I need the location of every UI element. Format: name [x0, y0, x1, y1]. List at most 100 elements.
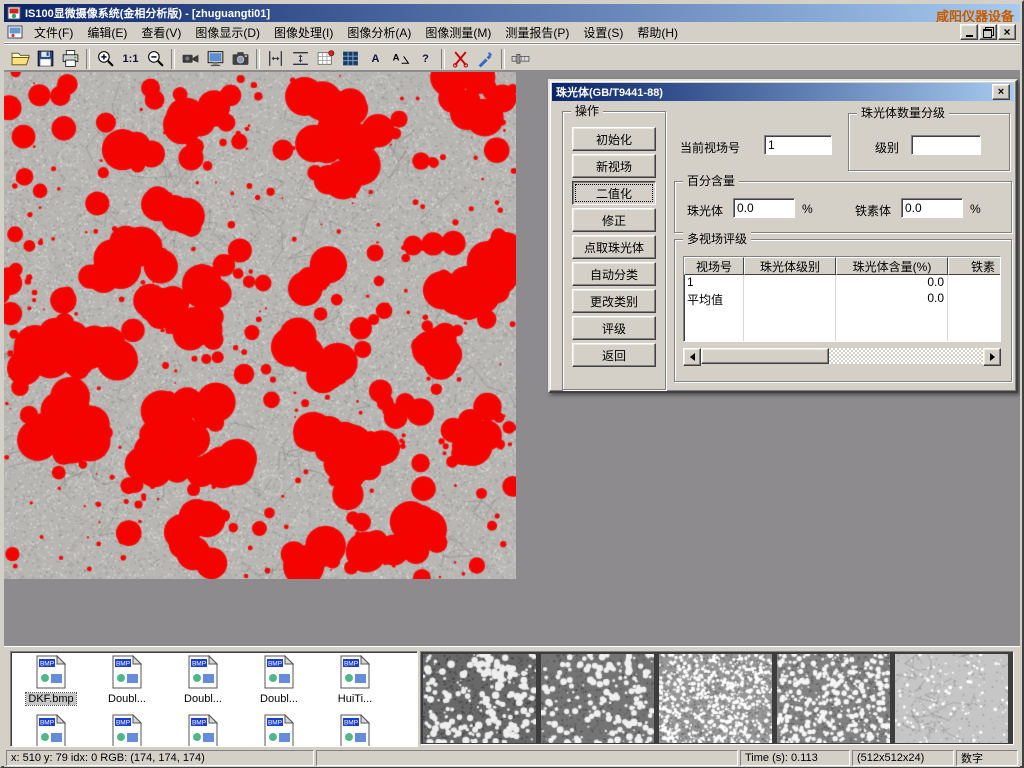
operation-button[interactable]: 返回	[572, 343, 656, 367]
close-button[interactable]: ×	[998, 24, 1016, 40]
menu-item[interactable]: 测量报告(P)	[498, 22, 576, 43]
menu-item[interactable]: 帮助(H)	[630, 22, 685, 43]
camera-icon	[231, 49, 250, 68]
multi-field-group: 多视场评级 视场号珠光体级别珠光体含量(%)铁素 10.0平均值0.0	[674, 239, 1012, 382]
menu-item[interactable]: 编辑(E)	[80, 22, 134, 43]
thumbnail-image[interactable]	[777, 654, 890, 743]
print-button[interactable]	[58, 47, 83, 71]
rating-table[interactable]: 视场号珠光体级别珠光体含量(%)铁素 10.0平均值0.0	[683, 256, 1001, 342]
file-item[interactable]: BMPHuiTi...	[317, 655, 393, 705]
svg-text:BMP: BMP	[40, 661, 54, 668]
picker-icon	[476, 49, 495, 68]
minimize-button[interactable]	[960, 24, 978, 40]
file-item[interactable]: BMP	[165, 714, 241, 747]
operation-button[interactable]: 修正	[572, 208, 656, 232]
capture-button[interactable]	[228, 47, 253, 71]
svg-text:BMP: BMP	[116, 661, 130, 668]
thumbnail-image[interactable]	[423, 654, 536, 743]
file-item[interactable]: BMP	[89, 714, 165, 747]
file-item[interactable]: BMP	[13, 714, 89, 747]
grade-level-input[interactable]	[911, 135, 981, 155]
toolbar-separator	[501, 49, 505, 69]
live-preview-button[interactable]	[203, 47, 228, 71]
title-bar[interactable]: IS100显微摄像系统(金相分析版) - [zhuguangti01] 咸阳仪器…	[4, 4, 1020, 22]
document-icon	[7, 25, 23, 39]
operation-button[interactable]: 二值化	[572, 181, 656, 205]
menu-item[interactable]: 图像显示(D)	[188, 22, 267, 43]
vendor-watermark: 咸阳仪器设备	[936, 6, 1014, 22]
annotate-text-button[interactable]: A	[363, 47, 388, 71]
micrograph-image[interactable]	[4, 72, 516, 579]
zoom-in-button[interactable]	[93, 47, 118, 71]
zoom-out-button[interactable]	[143, 47, 168, 71]
scrollbar-track[interactable]	[701, 348, 983, 364]
thumbnail-image[interactable]	[895, 654, 1008, 743]
file-item[interactable]: BMP	[317, 714, 393, 747]
measure-horizontal-button[interactable]	[288, 47, 313, 71]
file-name: DKF.bmp	[26, 693, 75, 705]
table-cell	[948, 291, 1001, 307]
operation-button[interactable]: 新视场	[572, 154, 656, 178]
cursor-position-status: x: 510 y: 79 idx: 0 RGB: (174, 174, 174)	[6, 750, 314, 766]
menu-item[interactable]: 图像分析(A)	[340, 22, 418, 43]
toolbar-separator	[171, 49, 175, 69]
help-icon: ?	[422, 53, 429, 65]
caliper-button[interactable]	[508, 47, 533, 71]
table-cell: 0.0	[836, 291, 948, 307]
table-row[interactable]: 10.0	[684, 275, 1000, 291]
ferrite-percent-input[interactable]	[901, 198, 963, 218]
menu-item[interactable]: 文件(F)	[27, 22, 80, 43]
scroll-left-button[interactable]	[683, 348, 701, 366]
scrollbar-thumb[interactable]	[701, 348, 829, 364]
current-field-input[interactable]	[764, 135, 832, 155]
file-browser[interactable]: BMPDKF.bmpBMPDoubl...BMPDoubl...BMPDoubl…	[10, 651, 418, 747]
table-column-header[interactable]: 铁素	[948, 257, 1001, 275]
help-button[interactable]: ?	[413, 47, 438, 71]
pearlite-dialog: 珠光体(GB/T9441-88) × 操作 初始化新视场二值化修正点取珠光体自动…	[548, 79, 1018, 393]
table-horizontal-scrollbar[interactable]	[683, 348, 1001, 364]
operation-button[interactable]: 评级	[572, 316, 656, 340]
grid-measure-button[interactable]	[313, 47, 338, 71]
annotate-angle-button[interactable]: A	[388, 47, 413, 71]
file-item[interactable]: BMP DKF.bmp	[13, 655, 89, 705]
save-button[interactable]	[33, 47, 58, 71]
file-item[interactable]: BMPDoubl...	[165, 655, 241, 705]
menu-item[interactable]: 设置(S)	[576, 22, 630, 43]
dialog-title-bar[interactable]: 珠光体(GB/T9441-88) ×	[552, 83, 1014, 101]
bmp-file-icon: BMP	[264, 714, 294, 747]
operation-button[interactable]: 初始化	[572, 127, 656, 151]
table-column-header[interactable]: 视场号	[684, 257, 744, 275]
menu-bar: 文件(F)编辑(E)查看(V)图像显示(D)图像处理(I)图像分析(A)图像测量…	[4, 22, 1020, 43]
cut-button[interactable]	[448, 47, 473, 71]
grid-dark-button[interactable]	[338, 47, 363, 71]
menu-item[interactable]: 查看(V)	[134, 22, 188, 43]
operation-button[interactable]: 自动分类	[572, 262, 656, 286]
file-item[interactable]: BMP	[241, 714, 317, 747]
operation-button[interactable]: 点取珠光体	[572, 235, 656, 259]
file-item[interactable]: BMPDoubl...	[89, 655, 165, 705]
grid-pin-icon	[316, 49, 335, 68]
mdi-window-buttons: ×	[960, 24, 1018, 40]
thumbnail-image[interactable]	[541, 654, 654, 743]
pearlite-percent-input[interactable]	[733, 198, 795, 218]
measure-h-icon	[291, 49, 310, 68]
open-button[interactable]	[8, 47, 33, 71]
file-item[interactable]: BMPDoubl...	[241, 655, 317, 705]
mode-status: 数字	[956, 750, 1018, 766]
table-column-header[interactable]: 珠光体级别	[744, 257, 836, 275]
operation-button[interactable]: 更改类别	[572, 289, 656, 313]
color-picker-button[interactable]	[473, 47, 498, 71]
menu-item[interactable]: 图像测量(M)	[418, 22, 498, 43]
dialog-close-button[interactable]: ×	[992, 84, 1010, 100]
window-title: IS100显微摄像系统(金相分析版) - [zhuguangti01]	[25, 5, 270, 21]
measure-vertical-button[interactable]	[263, 47, 288, 71]
video-camera-button[interactable]	[178, 47, 203, 71]
menu-item[interactable]: 图像处理(I)	[267, 22, 340, 43]
restore-button[interactable]	[979, 24, 997, 40]
table-row[interactable]: 平均值0.0	[684, 291, 1000, 307]
thumbnail-image[interactable]	[659, 654, 772, 743]
scroll-right-button[interactable]	[983, 348, 1001, 366]
letter-a-icon: A	[372, 53, 380, 65]
actual-size-button[interactable]: 1:1	[118, 47, 143, 71]
table-column-header[interactable]: 珠光体含量(%)	[836, 257, 948, 275]
